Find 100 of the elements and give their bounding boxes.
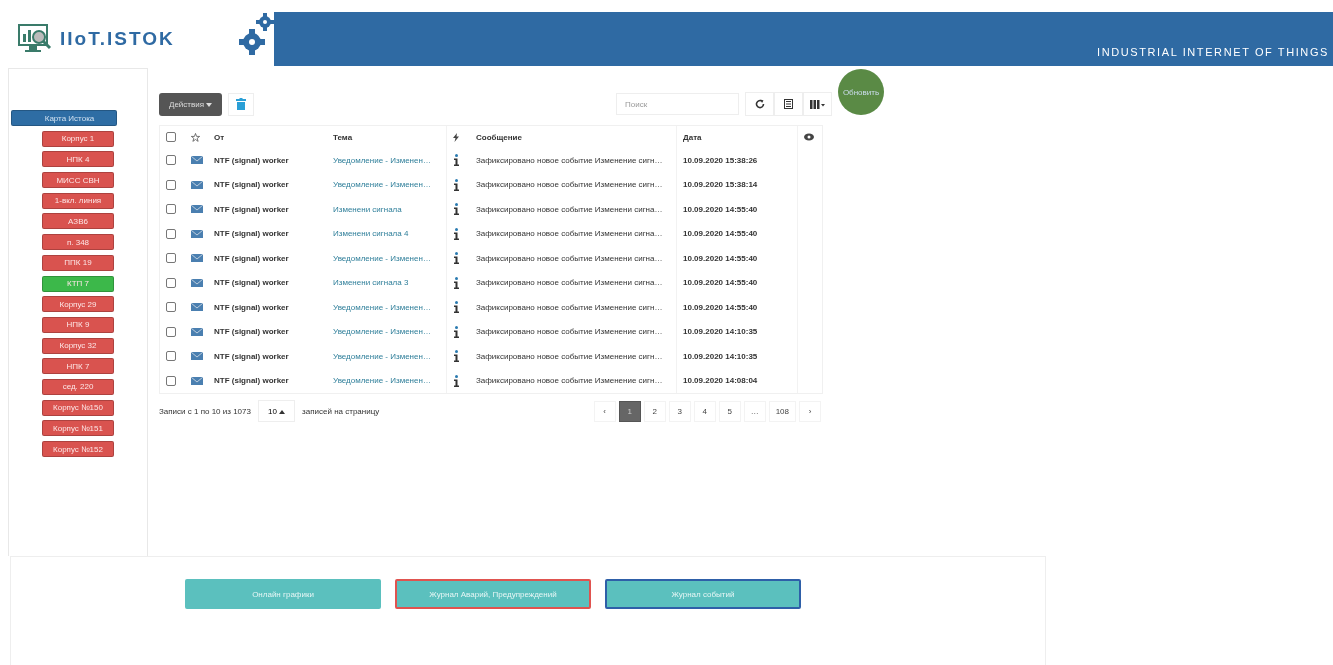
- table-cell: NTF (signal) worker: [214, 302, 289, 312]
- checkbox[interactable]: [166, 302, 176, 313]
- table-cell: Зафиксировано новое событие Изменение сигн…: [476, 155, 663, 165]
- refresh-button[interactable]: [745, 92, 774, 116]
- page-button[interactable]: …: [743, 400, 766, 422]
- info-icon: [453, 154, 460, 167]
- info-icon: [453, 301, 460, 314]
- sidebar-item[interactable]: Корпус №152: [42, 441, 114, 457]
- topic-link[interactable]: Уведомление - Изменен…: [333, 253, 431, 263]
- topic-link[interactable]: Уведомление - Изменен…: [333, 327, 431, 337]
- table-cell: NTF (signal) worker: [214, 180, 289, 190]
- info-icon: [453, 350, 460, 363]
- sidebar-item[interactable]: сед. 220: [42, 378, 114, 395]
- topic-link[interactable]: Изменени сигнала: [333, 204, 402, 214]
- info-icon: [453, 276, 460, 289]
- sidebar-item[interactable]: Корпус 29: [42, 296, 114, 313]
- info-icon: [453, 325, 460, 338]
- envelope-icon: [191, 352, 203, 361]
- sidebar-item[interactable]: МИСС СВН: [42, 172, 114, 189]
- topic-link[interactable]: Уведомление - Изменен…: [333, 180, 431, 190]
- refresh-button[interactable]: Обновить: [838, 69, 884, 115]
- table-cell: NTF (signal) worker: [214, 351, 289, 361]
- column-header[interactable]: Дата: [683, 132, 702, 142]
- previous-page-button[interactable]: ‹: [593, 400, 616, 422]
- records-summary: Записи с 1 по 10 из 1073: [159, 406, 251, 416]
- caret-icon: [206, 102, 213, 107]
- table-cell: Зафиксировано новое событие Изменение сигн…: [476, 180, 663, 190]
- delete-button[interactable]: [228, 92, 255, 116]
- checkbox[interactable]: [166, 326, 176, 337]
- search-field[interactable]: Поиск: [616, 93, 739, 115]
- caret-icon: [279, 409, 286, 414]
- column-header[interactable]: Сообщение: [476, 132, 522, 142]
- table-cell: NTF (signal) worker: [214, 204, 289, 214]
- envelope-icon: [191, 278, 203, 287]
- envelope-icon: [191, 254, 203, 263]
- checkbox[interactable]: [166, 179, 176, 190]
- logo-icon: [18, 24, 52, 54]
- next-page-button[interactable]: ›: [799, 400, 821, 422]
- page-button[interactable]: 4: [693, 400, 716, 422]
- checkbox[interactable]: [166, 351, 176, 362]
- info-icon: [453, 227, 460, 240]
- sidebar-item[interactable]: НПК 9: [42, 316, 114, 333]
- refresh-icon: [754, 99, 765, 109]
- sidebar-item[interactable]: НПК 7: [42, 358, 114, 375]
- table-cell: 10.09.2020 14:08:04: [683, 376, 758, 386]
- page-button[interactable]: 5: [718, 400, 741, 422]
- page-size-dropdown[interactable]: 10: [257, 400, 296, 422]
- sidebar-item[interactable]: Карта Истока: [11, 110, 117, 126]
- sidebar-item[interactable]: АЗВ6: [42, 213, 114, 230]
- topic-link[interactable]: Уведомление - Изменен…: [333, 376, 431, 386]
- page-button[interactable]: 1: [618, 400, 641, 422]
- table-cell: Зафиксировано новое событие Изменение сигн…: [476, 351, 663, 361]
- star-icon: [191, 132, 200, 142]
- table-cell: Зафиксировано новое событие Изменени сигна…: [476, 253, 663, 263]
- checkbox[interactable]: [166, 155, 176, 166]
- page-size-label: записей на страницу: [302, 406, 380, 416]
- column-header[interactable]: От: [214, 132, 225, 142]
- page-button[interactable]: 2: [643, 400, 666, 422]
- envelope-icon: [191, 156, 203, 165]
- columns-button[interactable]: [803, 92, 832, 116]
- toggle-view-button[interactable]: [774, 92, 803, 116]
- checkbox[interactable]: [166, 253, 176, 264]
- page-button[interactable]: 108: [768, 400, 796, 422]
- eye-icon: [804, 133, 814, 141]
- table-cell: Зафиксировано новое событие Изменени сигна…: [476, 229, 663, 239]
- columns-icon: [810, 99, 825, 109]
- envelope-icon: [191, 376, 203, 385]
- table-cell: 10.09.2020 14:55:40: [683, 229, 758, 239]
- sidebar-item[interactable]: Корпус №151: [42, 420, 114, 437]
- brand-name: IIoT.ISTOK: [60, 28, 175, 50]
- checkbox[interactable]: [166, 204, 176, 215]
- topic-link[interactable]: Уведомление - Изменен…: [333, 302, 431, 312]
- table-cell: 10.09.2020 14:55:40: [683, 278, 758, 288]
- table-cell: NTF (signal) worker: [214, 376, 289, 386]
- checkbox[interactable]: [166, 228, 176, 239]
- list-icon: [784, 99, 793, 109]
- table-cell: NTF (signal) worker: [214, 327, 289, 337]
- checkbox[interactable]: [166, 277, 176, 288]
- actions-dropdown[interactable]: Действия: [159, 92, 223, 116]
- sidebar-item[interactable]: НПК 4: [42, 151, 114, 168]
- topic-link[interactable]: Изменени сигнала 4: [333, 229, 409, 239]
- info-icon: [453, 252, 460, 265]
- page-button[interactable]: 3: [668, 400, 691, 422]
- column-header[interactable]: Тема: [333, 132, 353, 142]
- sidebar-item[interactable]: Корпус №150: [42, 399, 114, 416]
- info-icon: [453, 374, 460, 387]
- sidebar-item[interactable]: ППК 19: [42, 254, 114, 271]
- envelope-icon: [191, 229, 203, 238]
- envelope-icon: [191, 205, 203, 214]
- topic-link[interactable]: Изменени сигнала 3: [333, 278, 409, 288]
- sidebar-item[interactable]: п. 348: [42, 234, 114, 251]
- checkbox[interactable]: [166, 375, 176, 386]
- sidebar-item[interactable]: Корпус 1: [42, 130, 114, 147]
- topic-link[interactable]: Уведомление - Изменен…: [333, 351, 431, 361]
- checkbox[interactable]: [166, 132, 176, 142]
- table-cell: 10.09.2020 15:38:26: [683, 155, 758, 165]
- table-cell: 10.09.2020 14:55:40: [683, 302, 758, 312]
- sidebar-item[interactable]: Корпус 32: [42, 337, 114, 354]
- topic-link[interactable]: Уведомление - Изменен…: [333, 155, 431, 165]
- sidebar-item[interactable]: 1-вкл. линия: [42, 192, 114, 209]
